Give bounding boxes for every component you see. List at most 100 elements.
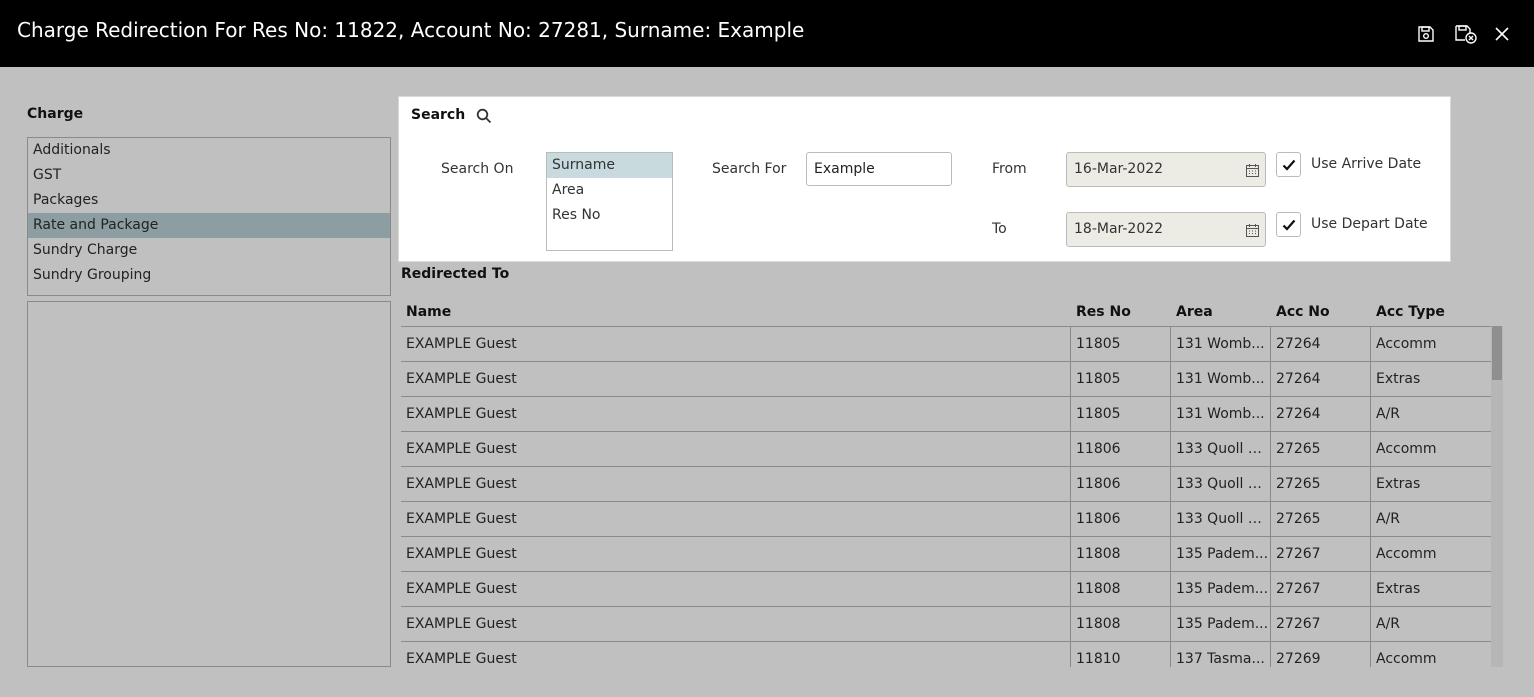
- grid-header: Name Res No Area Acc No Acc Type: [401, 297, 1491, 326]
- search-on-label: Search On: [441, 161, 514, 177]
- cell-name: EXAMPLE Guest: [406, 371, 517, 387]
- cell-acc-type: Accomm: [1370, 537, 1491, 571]
- search-panel: Search Search On Surname Area Res No Sea…: [398, 96, 1451, 262]
- table-row[interactable]: EXAMPLE Guest 11810 137 Tasma... 27269 Accom…: [401, 642, 1491, 667]
- cell-area: 137 Tasma...: [1170, 642, 1270, 667]
- cell-area: 133 Quoll C...: [1170, 467, 1270, 501]
- save-button[interactable]: [1414, 22, 1438, 46]
- cell-name: EXAMPLE Guest: [406, 616, 517, 632]
- table-row[interactable]: EXAMPLE Guest 11808 135 Padem... 27267 A/R: [401, 607, 1491, 642]
- charge-item-rate-and-package[interactable]: Rate and Package: [28, 213, 390, 238]
- redirected-to-grid: Name Res No Area Acc No Acc Type EXAMPLE…: [401, 297, 1503, 667]
- cell-area: 135 Padem...: [1170, 572, 1270, 606]
- cell-acc-type: A/R: [1370, 397, 1491, 431]
- close-icon: [1495, 27, 1509, 41]
- cell-acc-no: 27264: [1270, 327, 1370, 361]
- cell-res-no: 11806: [1070, 502, 1170, 536]
- to-date-field[interactable]: 18-Mar-2022: [1066, 212, 1266, 247]
- cell-res-no: 11805: [1070, 397, 1170, 431]
- to-date-value: 18-Mar-2022: [1074, 221, 1164, 237]
- cell-acc-type: Accomm: [1370, 327, 1491, 361]
- table-row[interactable]: EXAMPLE Guest 11808 135 Padem... 27267 Extra…: [401, 572, 1491, 607]
- window-title: Charge Redirection For Res No: 11822, Ac…: [17, 18, 805, 42]
- calendar-icon[interactable]: [1246, 217, 1259, 250]
- cell-acc-type: Extras: [1370, 362, 1491, 396]
- search-icon: [476, 108, 492, 124]
- cell-res-no: 11808: [1070, 537, 1170, 571]
- column-header-area[interactable]: Area: [1176, 304, 1213, 320]
- use-arrive-date-label: Use Arrive Date: [1311, 156, 1422, 172]
- table-row[interactable]: EXAMPLE Guest 11805 131 Womb... 27264 Extras: [401, 362, 1491, 397]
- cell-res-no: 11806: [1070, 432, 1170, 466]
- from-date-field[interactable]: 16-Mar-2022: [1066, 152, 1266, 187]
- charge-item-additionals[interactable]: Additionals: [28, 138, 390, 163]
- use-depart-date-label: Use Depart Date: [1311, 216, 1428, 232]
- scrollbar-thumb[interactable]: [1492, 326, 1502, 380]
- column-header-acc-type[interactable]: Acc Type: [1376, 304, 1445, 320]
- cell-area: 133 Quoll C...: [1170, 502, 1270, 536]
- cell-name: EXAMPLE Guest: [406, 546, 517, 562]
- cell-name: EXAMPLE Guest: [406, 336, 517, 352]
- grid-body: EXAMPLE Guest 11805 131 Womb... 27264 Accomm…: [401, 326, 1491, 667]
- cell-acc-type: Accomm: [1370, 642, 1491, 667]
- cell-area: 131 Womb...: [1170, 362, 1270, 396]
- cell-res-no: 11810: [1070, 642, 1170, 667]
- charge-list: Additionals GST Packages Rate and Packag…: [27, 137, 391, 296]
- search-on-list: Surname Area Res No: [546, 152, 673, 251]
- search-on-option-surname[interactable]: Surname: [547, 153, 672, 178]
- charge-item-sundry-charge[interactable]: Sundry Charge: [28, 238, 390, 263]
- table-row[interactable]: EXAMPLE Guest 11808 135 Padem... 27267 Accom…: [401, 537, 1491, 572]
- checkmark-icon: [1282, 219, 1295, 231]
- scrollbar[interactable]: [1491, 326, 1503, 667]
- search-on-option-res-no[interactable]: Res No: [547, 203, 672, 228]
- cell-acc-no: 27265: [1270, 432, 1370, 466]
- charge-item-sundry-grouping[interactable]: Sundry Grouping: [28, 263, 390, 288]
- save-icon: [1418, 26, 1434, 42]
- checkmark-icon: [1282, 159, 1295, 171]
- title-bar: Charge Redirection For Res No: 11822, Ac…: [0, 0, 1534, 67]
- search-label: Search: [411, 107, 466, 123]
- calendar-icon[interactable]: [1246, 157, 1259, 190]
- cell-res-no: 11806: [1070, 467, 1170, 501]
- cell-name: EXAMPLE Guest: [406, 581, 517, 597]
- charge-item-packages[interactable]: Packages: [28, 188, 390, 213]
- table-row[interactable]: EXAMPLE Guest 11805 131 Womb... 27264 A/R: [401, 397, 1491, 432]
- save-close-icon: [1455, 25, 1477, 44]
- search-button[interactable]: [476, 108, 492, 128]
- column-header-name[interactable]: Name: [406, 304, 451, 320]
- close-button[interactable]: [1490, 22, 1514, 46]
- charge-label: Charge: [27, 106, 84, 122]
- to-label: To: [992, 221, 1007, 237]
- table-row[interactable]: EXAMPLE Guest 11806 133 Quoll C... 27265 Acc…: [401, 432, 1491, 467]
- cell-acc-type: Extras: [1370, 467, 1491, 501]
- from-label: From: [992, 161, 1027, 177]
- use-depart-date-checkbox[interactable]: [1276, 212, 1301, 237]
- search-for-input[interactable]: [806, 152, 952, 186]
- cell-acc-no: 27264: [1270, 397, 1370, 431]
- cell-name: EXAMPLE Guest: [406, 406, 517, 422]
- cell-area: 133 Quoll C...: [1170, 432, 1270, 466]
- save-and-close-button[interactable]: [1454, 22, 1478, 46]
- search-for-label: Search For: [712, 161, 787, 177]
- cell-res-no: 11805: [1070, 362, 1170, 396]
- redirected-to-label: Redirected To: [401, 266, 510, 282]
- column-header-acc-no[interactable]: Acc No: [1276, 304, 1330, 320]
- table-row[interactable]: EXAMPLE Guest 11806 133 Quoll C... 27265 A/R: [401, 502, 1491, 537]
- column-header-res-no[interactable]: Res No: [1076, 304, 1131, 320]
- use-arrive-date-checkbox[interactable]: [1276, 152, 1301, 177]
- table-row[interactable]: EXAMPLE Guest 11806 133 Quoll C... 27265 Ext…: [401, 467, 1491, 502]
- cell-acc-type: A/R: [1370, 607, 1491, 641]
- search-on-option-area[interactable]: Area: [547, 178, 672, 203]
- table-row[interactable]: EXAMPLE Guest 11805 131 Womb... 27264 Accomm: [401, 327, 1491, 362]
- cell-acc-no: 27269: [1270, 642, 1370, 667]
- cell-area: 131 Womb...: [1170, 397, 1270, 431]
- cell-acc-no: 27264: [1270, 362, 1370, 396]
- cell-acc-no: 27265: [1270, 467, 1370, 501]
- cell-acc-no: 27267: [1270, 572, 1370, 606]
- cell-res-no: 11805: [1070, 327, 1170, 361]
- cell-area: 131 Womb...: [1170, 327, 1270, 361]
- charge-item-gst[interactable]: GST: [28, 163, 390, 188]
- cell-acc-type: Accomm: [1370, 432, 1491, 466]
- charge-detail-panel: [27, 301, 391, 667]
- cell-res-no: 11808: [1070, 607, 1170, 641]
